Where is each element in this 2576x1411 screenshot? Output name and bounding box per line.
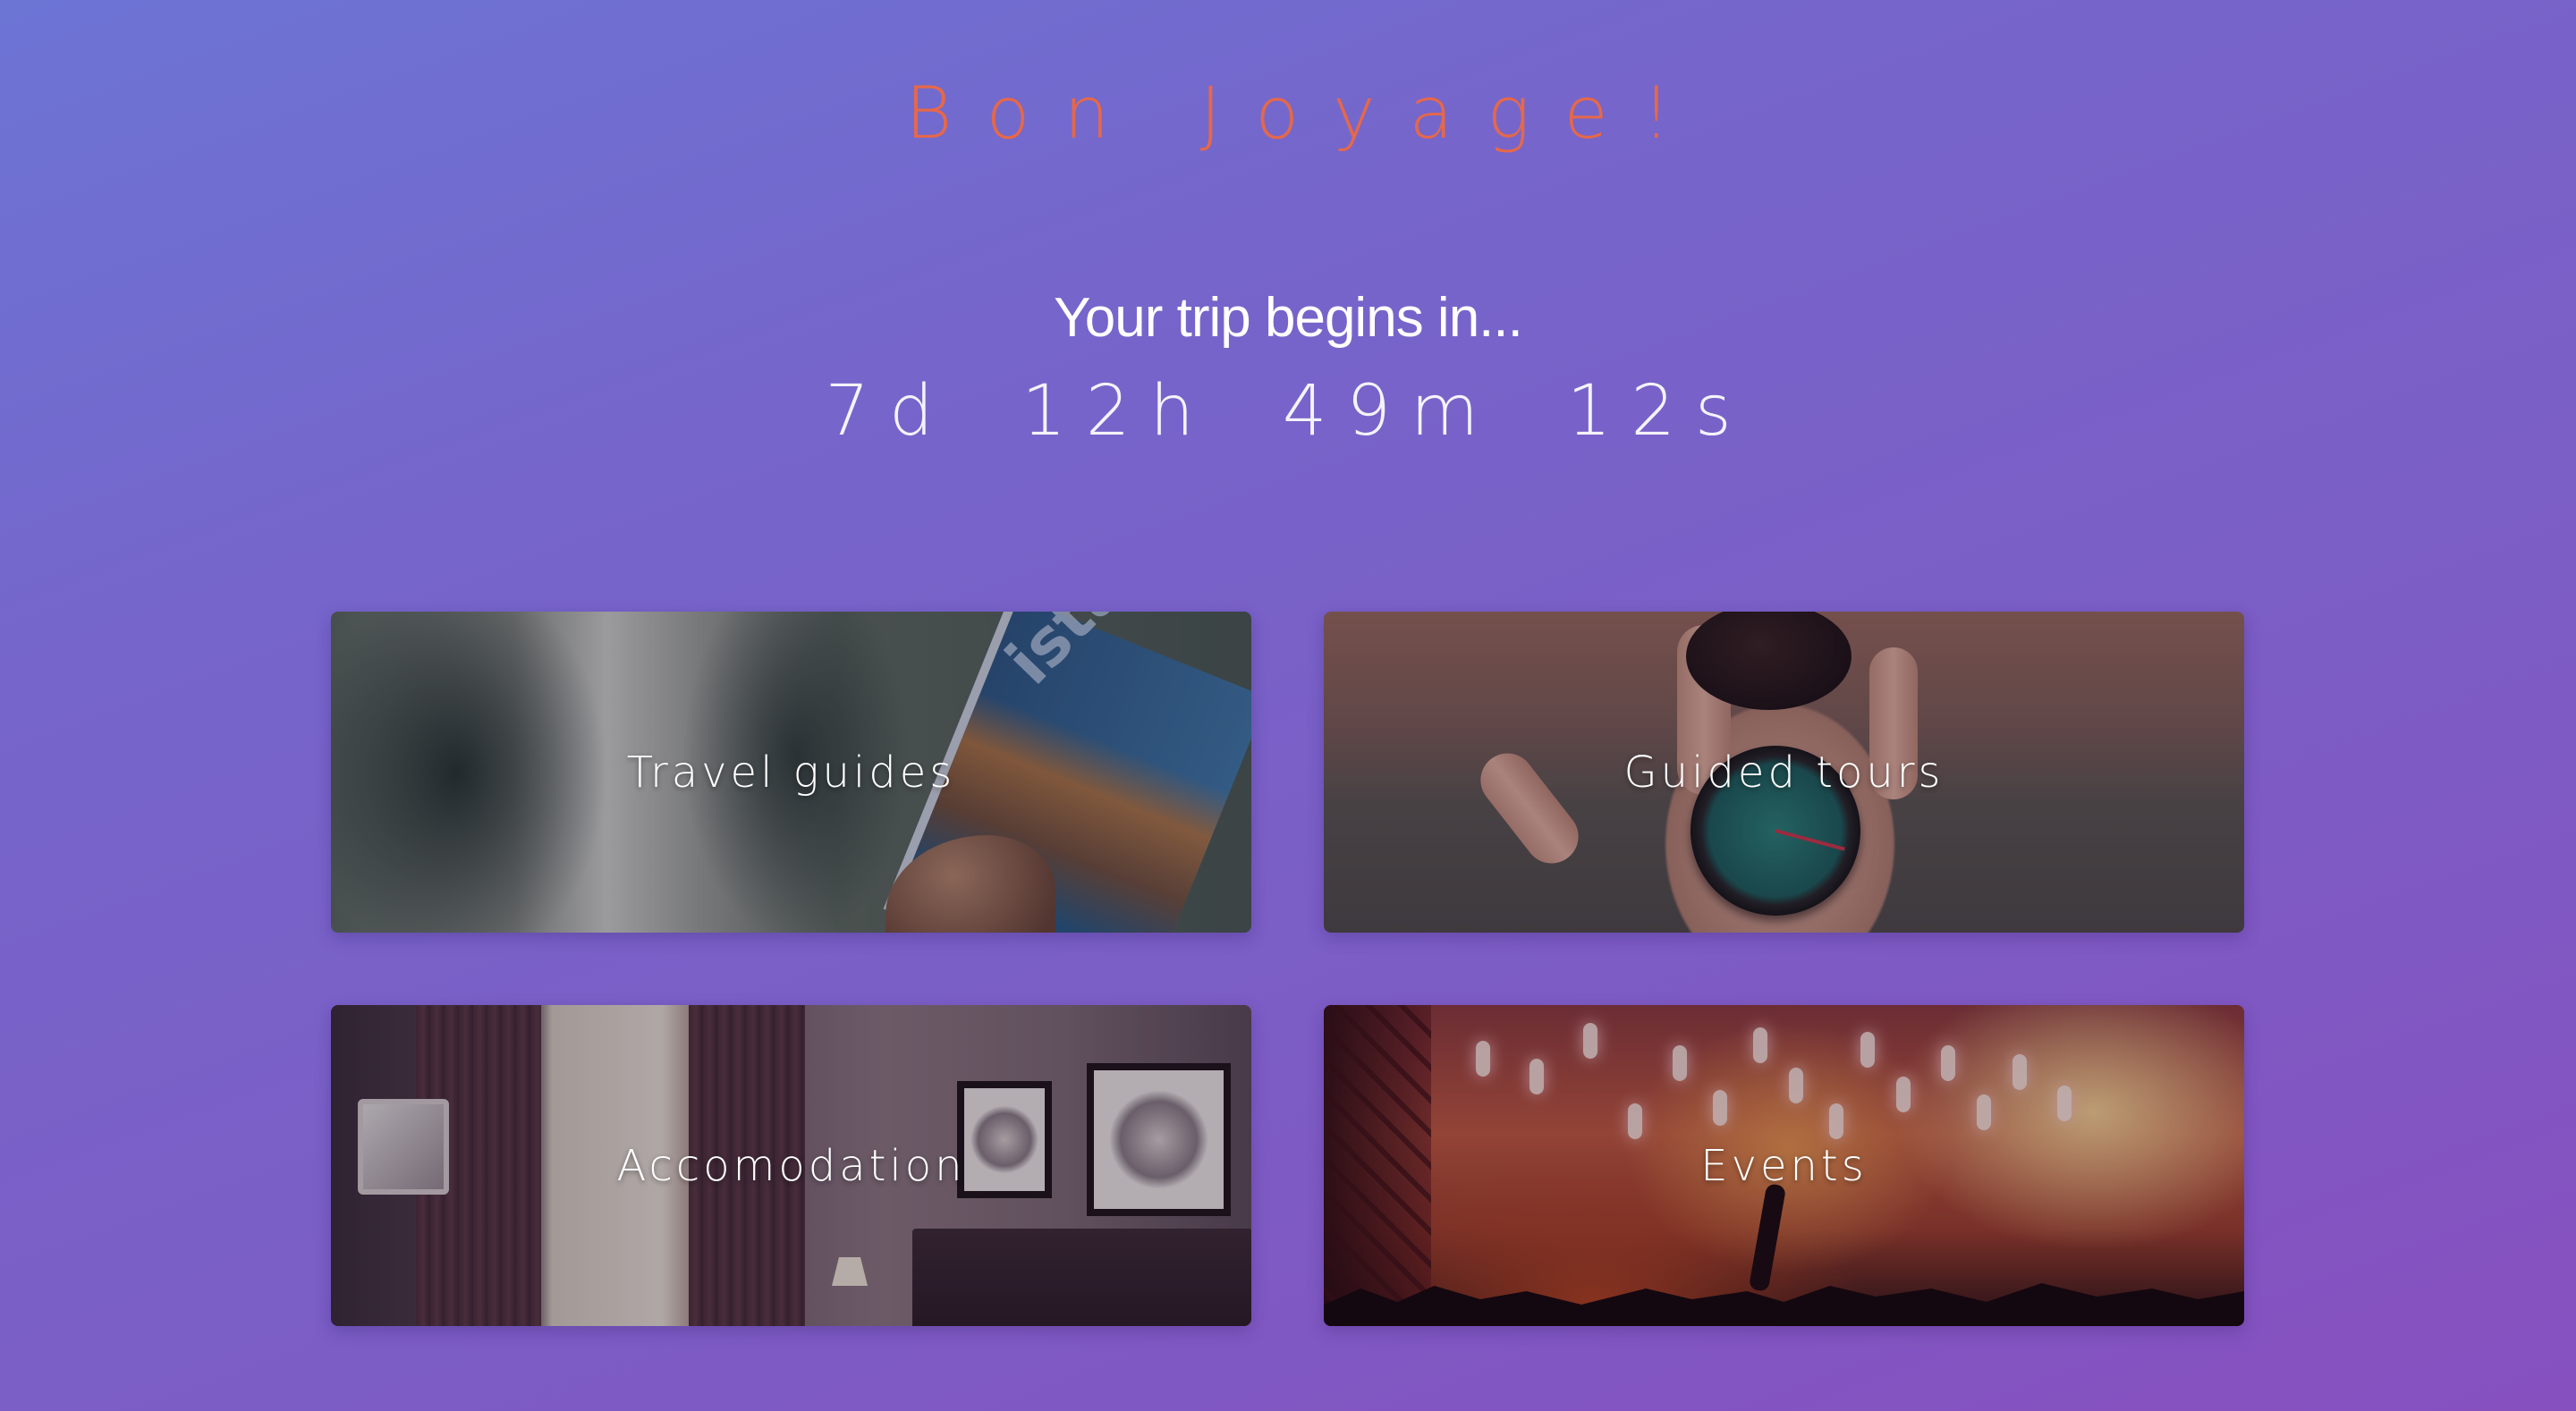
- countdown-minutes: 49m: [1282, 371, 1498, 452]
- countdown-days: 7d: [825, 371, 953, 452]
- brand-title: Bon Joyage!: [905, 72, 1705, 155]
- events-card[interactable]: Events: [1324, 1005, 2244, 1326]
- countdown-heading: Your trip begins in...: [1054, 287, 1523, 349]
- events-label: Events: [1700, 1140, 1868, 1191]
- guided-tours-card[interactable]: Guided tours: [1324, 612, 2244, 933]
- travel-guides-label: Travel guides: [626, 747, 956, 798]
- accomodation-card[interactable]: Accomodation: [331, 1005, 1251, 1326]
- countdown-hours: 12h: [1021, 371, 1214, 452]
- guided-tours-label: Guided tours: [1623, 747, 1945, 798]
- accomodation-label: Accomodation: [616, 1140, 966, 1191]
- countdown-seconds: 12s: [1566, 371, 1751, 452]
- travel-guides-card[interactable]: ista Travel guides: [331, 612, 1251, 933]
- countdown-timer: 7d 12h 49m 12s: [0, 367, 2576, 456]
